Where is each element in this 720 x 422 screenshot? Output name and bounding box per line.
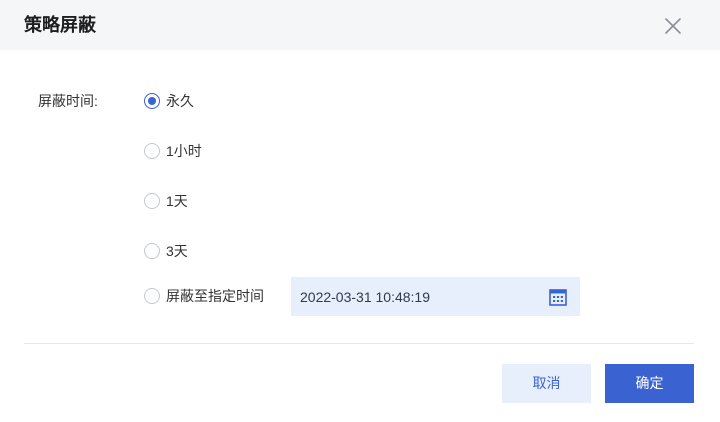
- block-time-label: 屏蔽时间:: [38, 93, 98, 109]
- radio-label: 3天: [166, 243, 188, 259]
- radio-button[interactable]: [144, 93, 160, 109]
- datetime-input[interactable]: 2022-03-31 10:48:19: [291, 277, 580, 316]
- radio-option-1-hour[interactable]: 1小时: [144, 141, 202, 161]
- dialog-header: 策略屏蔽: [0, 0, 720, 50]
- radio-option-3-days[interactable]: 3天: [144, 241, 188, 261]
- radio-button[interactable]: [144, 288, 160, 304]
- policy-block-dialog: 策略屏蔽 屏蔽时间: 永久 1小时 1天 3天 屏蔽至指定时间 2022-03-…: [0, 0, 720, 422]
- radio-label: 屏蔽至指定时间: [166, 288, 264, 304]
- calendar-icon[interactable]: [548, 287, 568, 307]
- confirm-button[interactable]: 确定: [605, 364, 694, 403]
- radio-button[interactable]: [144, 243, 160, 259]
- footer-divider: [24, 343, 694, 344]
- radio-option-permanent[interactable]: 永久: [144, 91, 194, 111]
- datetime-value: 2022-03-31 10:48:19: [300, 289, 430, 305]
- radio-label: 永久: [166, 93, 194, 109]
- radio-label: 1小时: [166, 143, 202, 159]
- radio-option-1-day[interactable]: 1天: [144, 191, 188, 211]
- radio-label: 1天: [166, 193, 188, 209]
- radio-button[interactable]: [144, 193, 160, 209]
- close-icon[interactable]: [660, 13, 686, 39]
- cancel-button[interactable]: 取消: [502, 364, 591, 403]
- radio-button[interactable]: [144, 143, 160, 159]
- radio-option-until-time[interactable]: 屏蔽至指定时间: [144, 286, 264, 306]
- dialog-title: 策略屏蔽: [24, 15, 96, 35]
